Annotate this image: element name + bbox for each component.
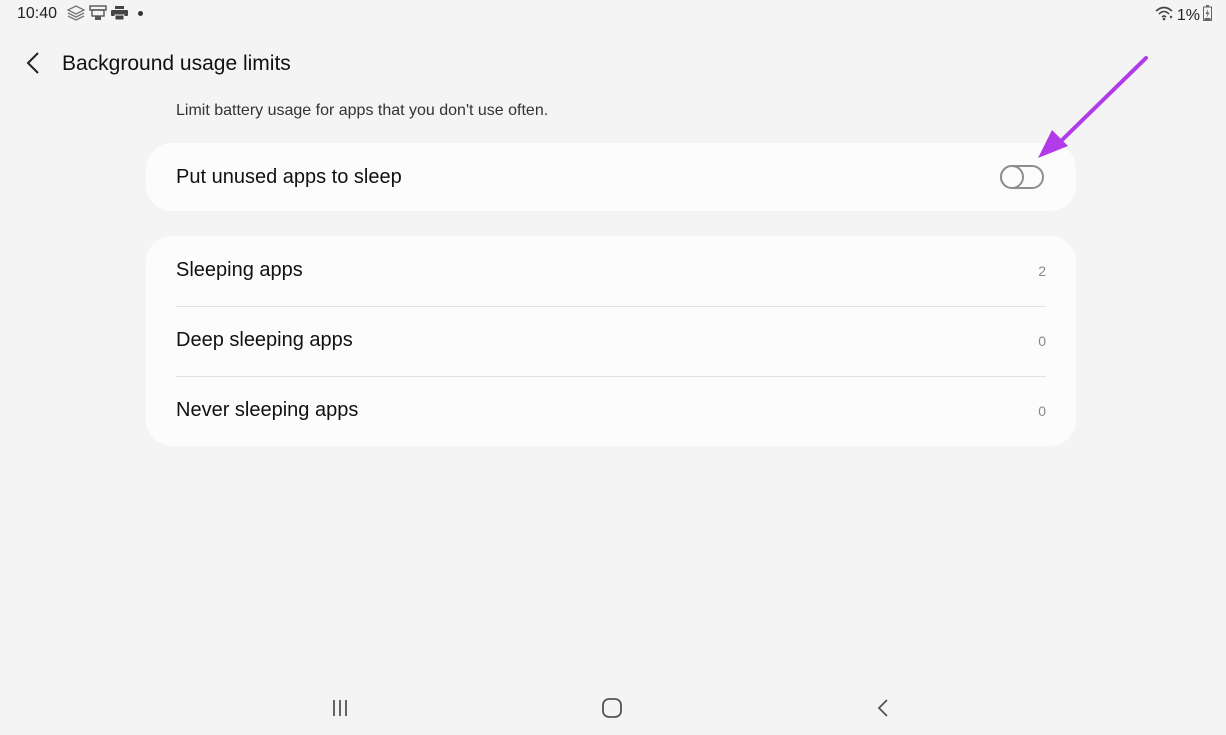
- sleeping-apps-count: 2: [1038, 263, 1046, 279]
- sleeping-apps-row[interactable]: Sleeping apps 2: [146, 236, 1076, 306]
- status-time: 10:40: [17, 5, 58, 22]
- switch-knob: [1000, 165, 1024, 189]
- home-button[interactable]: [592, 696, 632, 724]
- back-icon: [876, 698, 890, 723]
- toggle-label: Put unused apps to sleep: [176, 166, 402, 188]
- status-bar: 10:40 1%: [0, 0, 1226, 30]
- deep-sleeping-apps-row[interactable]: Deep sleeping apps 0: [146, 306, 1076, 376]
- recents-icon: [330, 698, 350, 723]
- status-right: 1%: [1154, 5, 1212, 26]
- recents-button[interactable]: [320, 696, 360, 724]
- annotation-arrow: [1030, 50, 1155, 170]
- screen-record-icon: [89, 5, 107, 21]
- status-notification-icons: [67, 5, 143, 21]
- notification-dot: [138, 10, 143, 16]
- never-sleeping-apps-row[interactable]: Never sleeping apps 0: [146, 376, 1076, 446]
- deep-sleeping-apps-count: 0: [1038, 333, 1046, 349]
- back-button[interactable]: [18, 50, 48, 80]
- battery-charging-icon: [1203, 5, 1212, 26]
- wifi-icon: [1154, 5, 1174, 26]
- deep-sleeping-apps-label: Deep sleeping apps: [176, 329, 353, 351]
- printer-icon: [111, 6, 128, 20]
- layers-icon: [67, 5, 85, 21]
- never-sleeping-apps-label: Never sleeping apps: [176, 399, 359, 421]
- chevron-left-icon: [25, 51, 41, 80]
- put-unused-apps-to-sleep-card[interactable]: Put unused apps to sleep: [146, 143, 1076, 211]
- battery-percent: 1%: [1176, 6, 1200, 24]
- navigation-bar: [0, 690, 1226, 730]
- description-text: Limit battery usage for apps that you do…: [176, 102, 549, 119]
- nav-back-button[interactable]: [863, 696, 903, 724]
- home-icon: [601, 697, 623, 724]
- sleeping-apps-label: Sleeping apps: [176, 259, 303, 281]
- page-title: Background usage limits: [62, 52, 291, 75]
- never-sleeping-apps-count: 0: [1038, 403, 1046, 419]
- sleeping-apps-card: Sleeping apps 2 Deep sleeping apps 0 Nev…: [146, 236, 1076, 446]
